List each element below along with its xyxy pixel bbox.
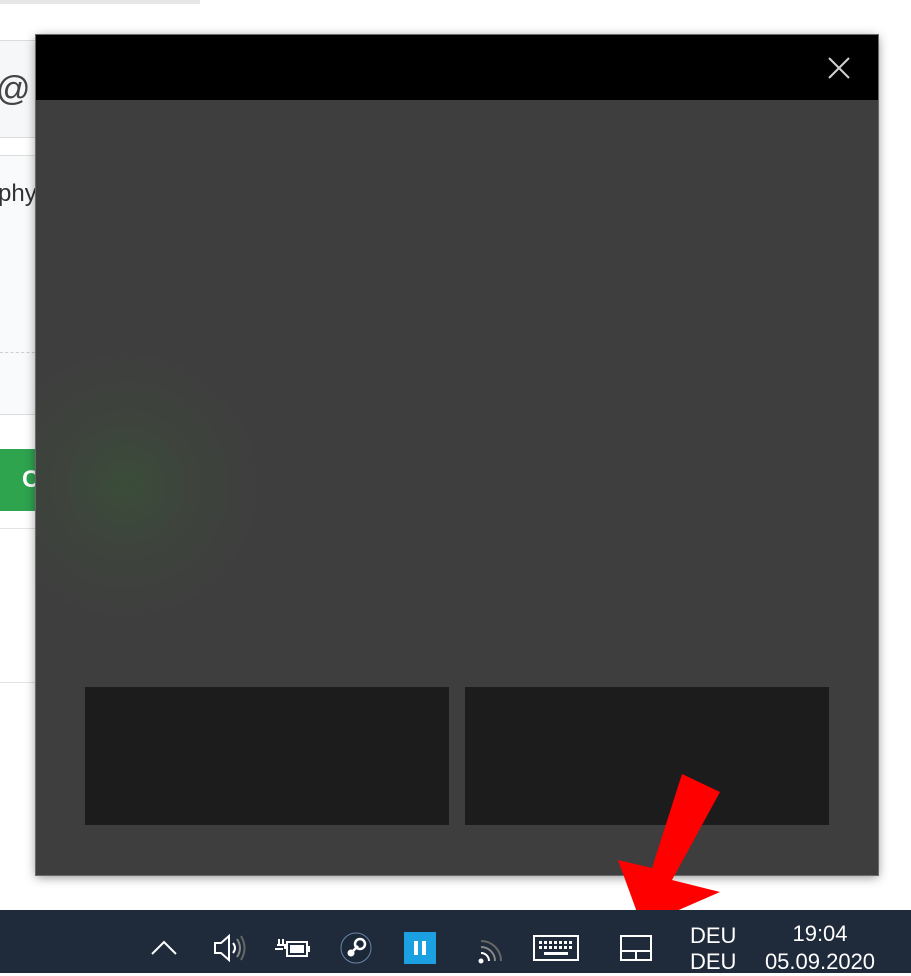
touchpad-toggle-button[interactable] — [616, 930, 656, 966]
chevron-up-icon — [151, 940, 177, 955]
network-button[interactable] — [470, 930, 506, 966]
touchpad-left-button[interactable] — [85, 687, 449, 825]
clock-time: 19:04 — [792, 921, 848, 946]
battery-icon — [275, 939, 310, 957]
language-line-1: DEU — [690, 923, 737, 948]
close-button[interactable] — [824, 53, 854, 83]
taskbar-clock[interactable]: 19:04 05.09.2020 — [760, 920, 880, 976]
input-language-indicator[interactable]: DEU DEU — [690, 923, 736, 975]
taskbar: DEU DEU 19:04 05.09.2020 — [0, 910, 911, 976]
red-arrow-annotation — [618, 774, 720, 926]
touchpad-icon — [620, 935, 652, 961]
clock-date: 05.09.2020 — [764, 949, 876, 974]
show-hidden-icons-button[interactable] — [148, 930, 180, 966]
language-line-2: DEU — [690, 949, 737, 974]
touchpad-surface[interactable] — [36, 100, 878, 680]
divider — [0, 682, 40, 683]
pause-app-icon — [404, 932, 436, 964]
at-symbol: @ — [0, 70, 31, 109]
steam-icon — [340, 932, 372, 964]
speaker-icon — [214, 933, 246, 963]
dashed-divider — [0, 352, 40, 353]
touchpad-titlebar[interactable] — [36, 35, 878, 100]
keyboard-icon — [533, 935, 579, 961]
top-bar-fragment — [0, 0, 200, 4]
pause-app-button[interactable] — [404, 930, 436, 966]
volume-button[interactable] — [208, 930, 248, 966]
touch-keyboard-button[interactable] — [530, 930, 582, 966]
textarea-text-fragment: phy — [0, 180, 37, 207]
steam-button[interactable] — [336, 930, 376, 966]
close-icon — [828, 57, 850, 79]
divider — [0, 528, 40, 529]
power-button[interactable] — [272, 930, 312, 966]
virtual-touchpad-window[interactable] — [36, 35, 878, 875]
wifi-icon — [478, 940, 502, 964]
